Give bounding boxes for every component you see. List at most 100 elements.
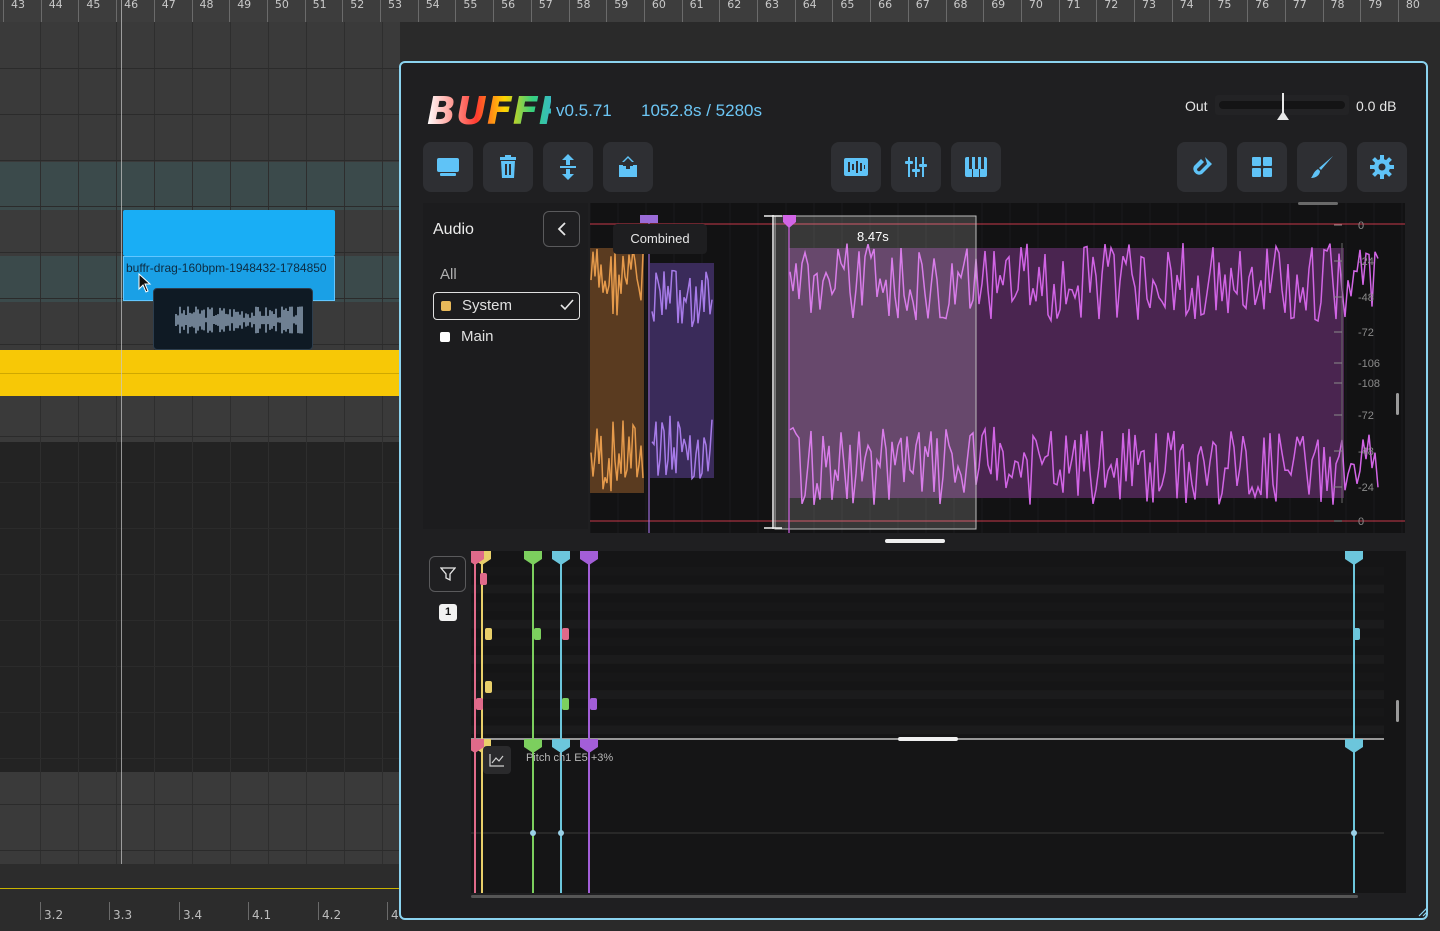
daw-arrangement-grid[interactable] — [0, 22, 400, 864]
panel-resize-handle[interactable] — [1298, 202, 1338, 205]
ruler-bar-number: 68 — [953, 0, 968, 11]
piano-roll-button[interactable] — [951, 142, 1001, 192]
ruler-bar-number: 45 — [86, 0, 101, 11]
ruler-bar-number: 67 — [915, 0, 930, 11]
event-marker-flag[interactable] — [552, 551, 570, 565]
source-item-main[interactable]: Main — [433, 324, 580, 352]
line-chart-icon — [489, 754, 504, 767]
automation-line — [0, 888, 400, 889]
snap-button[interactable] — [1177, 142, 1227, 192]
resize-grip-icon[interactable] — [1418, 907, 1428, 917]
event-marker-flag[interactable] — [524, 551, 542, 565]
db-scale-label: -24 — [1358, 256, 1374, 268]
splitter-handle[interactable] — [885, 539, 945, 543]
events-canvas[interactable] — [471, 551, 1406, 893]
midi-note[interactable] — [1353, 628, 1360, 640]
audio-clip-header[interactable] — [123, 210, 335, 256]
yellow-track-strip[interactable] — [0, 350, 400, 396]
midi-note[interactable] — [480, 573, 487, 585]
automation-point[interactable] — [1351, 830, 1357, 836]
ruler-tick — [1134, 0, 1135, 22]
events-scrollbar[interactable] — [1396, 700, 1399, 722]
ruler-tick — [78, 0, 80, 22]
midi-note[interactable] — [562, 628, 569, 640]
checkmark-icon — [560, 299, 574, 311]
output-gain-slider[interactable] — [1215, 93, 1349, 120]
layout-button[interactable] — [1237, 142, 1287, 192]
delete-button[interactable] — [483, 142, 533, 192]
event-marker-flag[interactable] — [1345, 739, 1363, 753]
ruler-bar-number: 63 — [765, 0, 779, 11]
buffer-time-readout: 1052.8s / 5280s — [641, 101, 762, 120]
event-marker-flag[interactable] — [524, 739, 542, 753]
ruler-tick — [1397, 0, 1399, 22]
daw-bottom-ruler[interactable]: 3.2 3.3 3.4 4.1 4.2 4 — [0, 864, 400, 931]
source-all-item[interactable]: All — [440, 266, 457, 283]
expand-vertical-icon — [560, 154, 576, 180]
ruler-tick — [1360, 0, 1362, 22]
grid-icon — [1252, 157, 1272, 177]
svg-text:BUFFR: BUFFR — [427, 90, 551, 130]
midi-note[interactable] — [590, 698, 597, 710]
event-marker-flag[interactable] — [580, 739, 598, 753]
waveform-canvas[interactable]: 0 -24 -48 -72 -106 -108 -72 -48 -24 0 — [590, 203, 1405, 533]
ruler-beat-number: 3.4 — [183, 908, 203, 922]
ruler-tick — [40, 0, 42, 22]
monitor-button[interactable] — [423, 142, 473, 192]
ruler-bar-number: 79 — [1368, 0, 1383, 11]
midi-note[interactable] — [476, 698, 483, 710]
event-marker-flag[interactable] — [552, 739, 570, 753]
db-scale-label: -72 — [1358, 410, 1374, 422]
ruler-tick — [907, 0, 909, 22]
fit-vertical-button[interactable] — [543, 142, 593, 192]
automation-point[interactable] — [530, 830, 536, 836]
ruler-bar-number: 55 — [463, 0, 478, 11]
daw-lane — [0, 22, 400, 162]
ruler-bar-number: 80 — [1405, 0, 1420, 11]
ruler-tick — [417, 0, 419, 22]
ruler-tick — [606, 0, 608, 22]
daw-timeline-ruler[interactable]: 43 44 45 46 47 48 49 50 51 52 53 54 55 56 57 58 59 60 61 62… — [0, 0, 1440, 22]
ruler-beat-number: 3.3 — [113, 908, 133, 922]
waveform-display[interactable]: 0 -24 -48 -72 -106 -108 -72 -48 -24 0 — [590, 203, 1405, 533]
db-scale-label: -48 — [1358, 446, 1374, 458]
midi-note[interactable] — [534, 628, 541, 640]
horizontal-scrollbar[interactable] — [471, 895, 1358, 898]
time-selection[interactable] — [774, 215, 977, 530]
drag-waveform-preview — [153, 288, 313, 350]
page-badge[interactable]: 1 — [439, 604, 457, 621]
waveform-scrollbar[interactable] — [1396, 393, 1399, 415]
settings-button[interactable] — [1357, 142, 1407, 192]
ruler-tick — [945, 0, 947, 22]
export-button[interactable] — [603, 142, 653, 192]
preview-waveform-icon — [175, 306, 303, 334]
playhead-line[interactable] — [121, 0, 122, 864]
ruler-tick — [229, 0, 231, 22]
ruler-tick — [153, 0, 155, 22]
mixer-button[interactable] — [891, 142, 941, 192]
splitter-handle[interactable] — [898, 737, 958, 741]
chevron-left-icon — [557, 222, 566, 236]
filter-button[interactable] — [429, 556, 466, 592]
db-scale-label: -108 — [1358, 378, 1380, 390]
waveform-view-button[interactable] — [831, 142, 881, 192]
source-item-system[interactable]: System — [433, 292, 580, 320]
event-marker-flag[interactable] — [580, 551, 598, 565]
collapse-panel-button[interactable] — [543, 211, 580, 247]
ruler-bar-number: 52 — [350, 0, 365, 11]
midi-note[interactable] — [485, 681, 492, 693]
ruler-bar-number: 48 — [199, 0, 214, 11]
midi-events-lane[interactable] — [471, 551, 1406, 893]
theme-button[interactable] — [1297, 142, 1347, 192]
midi-note[interactable] — [562, 698, 569, 710]
midi-note[interactable] — [485, 628, 492, 640]
event-marker-flag[interactable] — [1345, 551, 1363, 565]
color-swatch — [440, 332, 450, 342]
color-swatch — [441, 301, 451, 311]
ruler-tick — [1096, 0, 1098, 22]
ruler-bar-number: 56 — [501, 0, 516, 11]
automation-point[interactable] — [558, 830, 564, 836]
automation-graph-button[interactable] — [483, 746, 511, 774]
magnet-icon — [1193, 157, 1212, 175]
source-label: System — [462, 297, 513, 314]
